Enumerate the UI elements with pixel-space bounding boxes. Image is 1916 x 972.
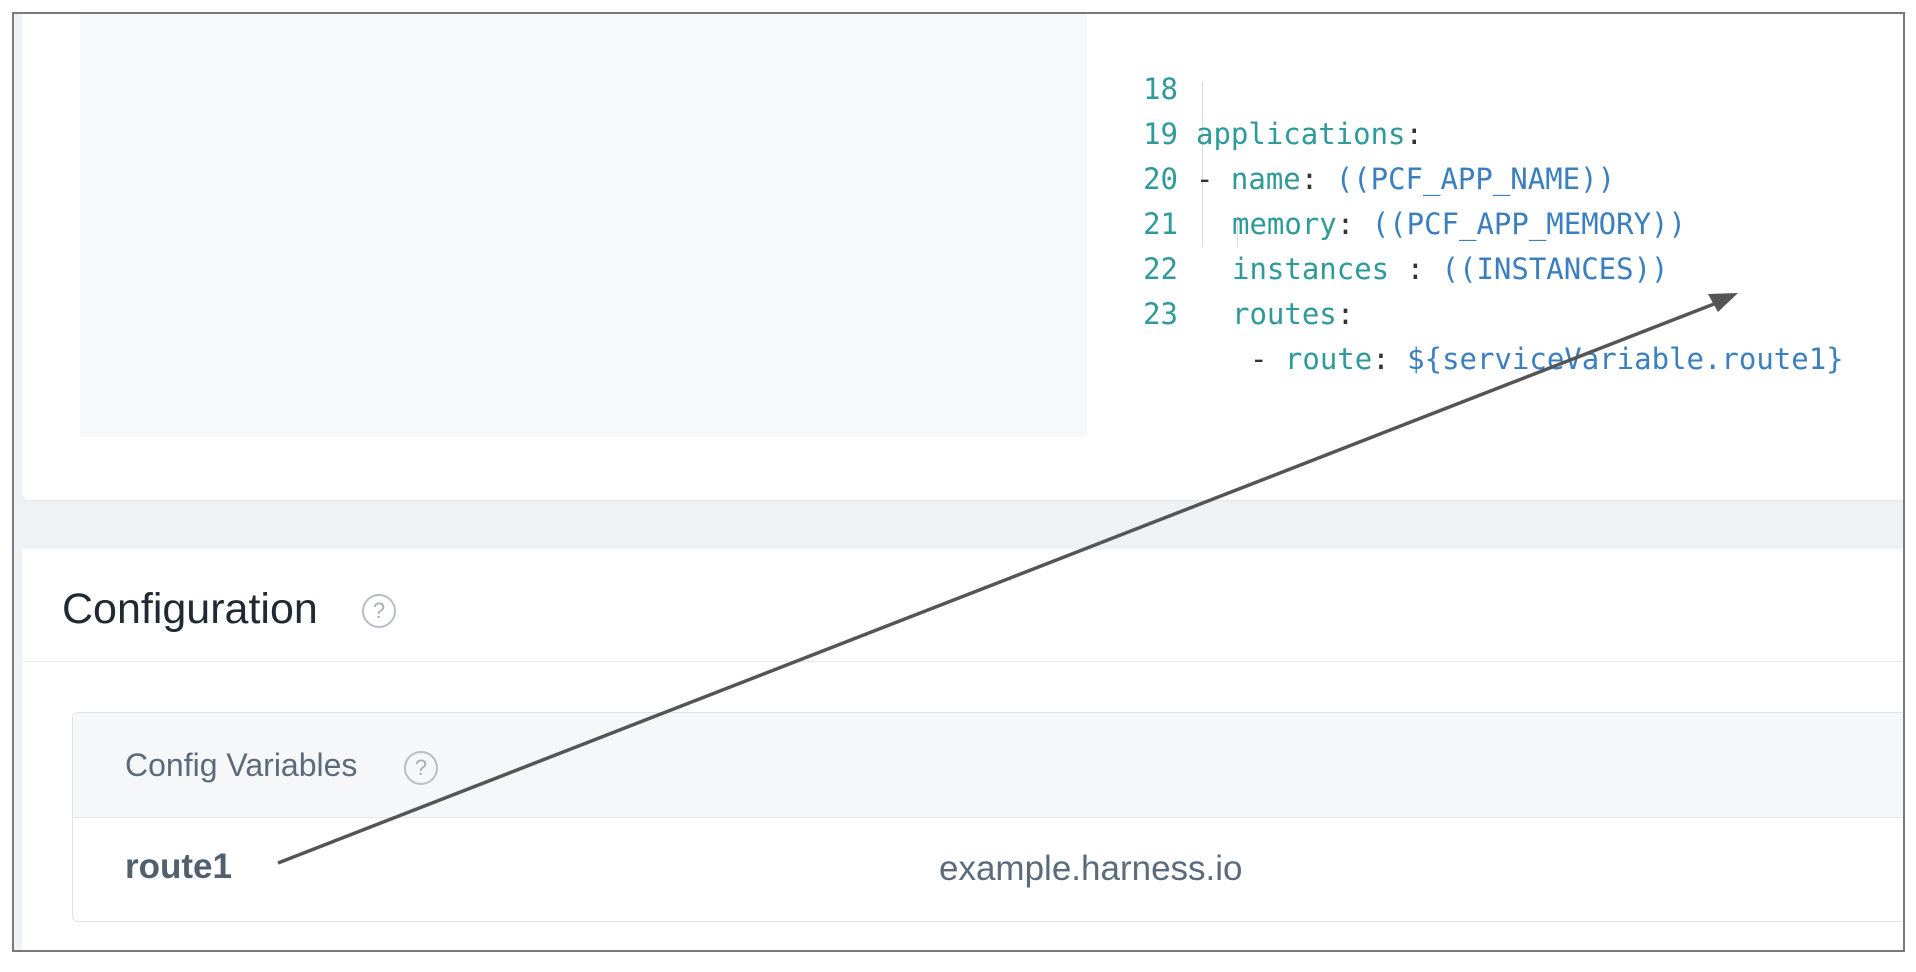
configuration-card: Configuration ? Config Variables ? route… [22,549,1903,950]
variable-value: example.harness.io [939,849,1243,888]
code-line-23: 23 - route: ${serviceVariable.route1} [1112,247,1844,376]
yaml-separator: : [1372,342,1408,376]
config-variables-header: Config Variables ? [73,713,1903,818]
yaml-separator: : [1405,117,1423,151]
yaml-value: ((PCF_APP_MEMORY)) [1371,207,1686,241]
variable-name: route1 [125,847,232,886]
yaml-separator: : [1300,162,1336,196]
code-line-19: 19 - name: ((PCF_APP_NAME)) [1112,67,1615,196]
yaml-separator: : [1389,252,1442,286]
manifest-code-editor[interactable]: 18 applications: 19 - name: ((PCF_APP_NA… [1112,22,1903,376]
code-line-22: 22 routes: [1112,202,1354,331]
yaml-value: ((PCF_APP_NAME)) [1335,162,1616,196]
config-variables-label: Config Variables [125,747,358,783]
config-variables-table: Config Variables ? route1 example.harnes… [72,712,1903,922]
help-icon[interactable]: ? [404,751,438,785]
yaml-key: route [1284,342,1373,376]
yaml-dash: - [1250,342,1285,376]
code-line-18: 18 applications: [1112,22,1423,151]
code-line-20: 20 memory: ((PCF_APP_MEMORY)) [1112,112,1686,241]
manifest-card: 18 applications: 19 - name: ((PCF_APP_NA… [22,14,1903,500]
yaml-separator: : [1336,207,1372,241]
screenshot-frame: 18 applications: 19 - name: ((PCF_APP_NA… [12,12,1905,952]
configuration-title: Configuration [62,585,318,633]
line-number: 23 [1143,297,1178,331]
yaml-separator: : [1336,297,1355,331]
yaml-value: ${serviceVariable.route1} [1407,342,1844,376]
file-tree-panel [80,14,1087,437]
yaml-value: ((INSTANCES)) [1441,252,1669,286]
code-line-21: 21 instances : ((INSTANCES)) [1112,157,1668,286]
yaml-key: instances [1232,252,1390,286]
table-row[interactable]: route1 example.harness.io [73,817,1903,921]
help-icon[interactable]: ? [362,594,396,628]
configuration-header: Configuration ? [22,549,1903,662]
